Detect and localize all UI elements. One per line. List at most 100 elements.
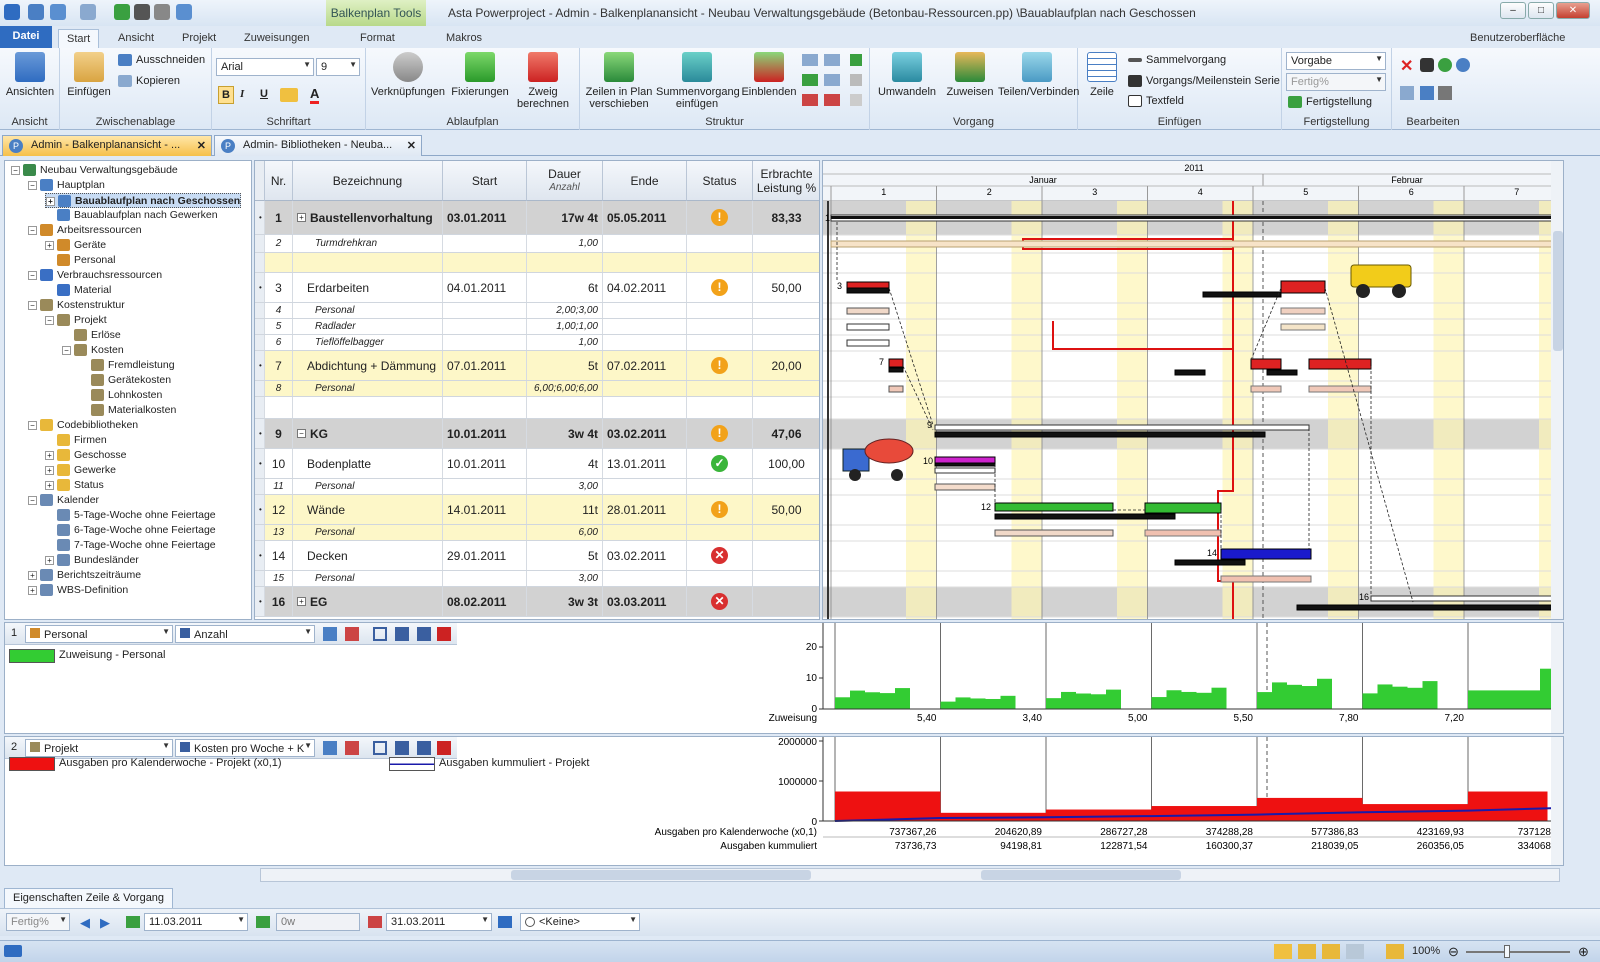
zoom-slider[interactable] bbox=[1466, 951, 1570, 953]
font-color-button[interactable]: A bbox=[310, 86, 320, 104]
cell-bez[interactable]: + Baustellenvorhaltung bbox=[293, 201, 443, 234]
baseline-bar-decken[interactable] bbox=[1174, 559, 1246, 566]
scroll-thumb-right[interactable] bbox=[981, 870, 1181, 880]
row-selector[interactable] bbox=[255, 319, 265, 334]
cell-nr[interactable]: 3 bbox=[265, 273, 293, 302]
binoculars-icon[interactable] bbox=[1420, 58, 1434, 72]
tree-item[interactable]: Materialkosten bbox=[79, 403, 176, 418]
histogram-bar[interactable] bbox=[1196, 692, 1212, 709]
tree-item[interactable]: − Kosten bbox=[62, 343, 124, 358]
refresh-icon[interactable] bbox=[1438, 58, 1452, 72]
indent-icon[interactable] bbox=[802, 54, 818, 66]
teilen-verbinden-button[interactable]: Teilen/Verbinden bbox=[998, 52, 1079, 98]
row-selector[interactable]: • bbox=[255, 201, 265, 234]
zoom-slider-thumb[interactable] bbox=[1504, 945, 1510, 958]
task-bar-erdarbeiten-progress[interactable] bbox=[846, 287, 890, 294]
ui-settings-menu[interactable]: Benutzeroberfläche bbox=[1462, 29, 1573, 48]
resource-bar-bagger[interactable] bbox=[846, 339, 890, 347]
status-cell[interactable] bbox=[687, 335, 753, 350]
table-row[interactable] bbox=[255, 397, 819, 419]
sammelvorgang-button[interactable]: Sammelvorgang bbox=[1128, 54, 1226, 66]
cell-ende[interactable] bbox=[603, 571, 687, 586]
tree-item[interactable]: − Neubau Verwaltungsgebäude bbox=[11, 163, 178, 178]
cell-nr[interactable]: 5 bbox=[265, 319, 293, 334]
status-cell[interactable]: ✕ bbox=[687, 541, 753, 570]
status-cell[interactable]: ! bbox=[687, 201, 753, 234]
cell-ende[interactable] bbox=[603, 479, 687, 494]
underline-button[interactable]: U bbox=[260, 88, 268, 100]
histogram-bar[interactable] bbox=[1061, 691, 1076, 709]
cell-nr[interactable]: 14 bbox=[265, 541, 293, 570]
cell-start[interactable]: 14.01.2011 bbox=[443, 495, 527, 524]
cell-start[interactable] bbox=[443, 253, 527, 272]
cell-pct[interactable] bbox=[753, 303, 819, 318]
cell-ende[interactable]: 07.02.2011 bbox=[603, 351, 687, 380]
row-selector[interactable] bbox=[255, 303, 265, 318]
fertig-percent-input[interactable]: Fertig% ▼ bbox=[1286, 73, 1386, 91]
tree-item[interactable]: + Gewerke bbox=[45, 463, 116, 478]
einfuegen-button[interactable]: Einfügen bbox=[64, 52, 114, 98]
cell-nr[interactable]: 10 bbox=[265, 449, 293, 478]
cell-bez[interactable]: Bodenplatte bbox=[293, 449, 443, 478]
zoom-out-icon[interactable]: ⊖ bbox=[1448, 944, 1459, 960]
umwandeln-button[interactable]: Umwandeln bbox=[872, 52, 942, 98]
cell-pct[interactable] bbox=[753, 571, 819, 586]
tree-item[interactable]: 6-Tage-Woche ohne Feiertage bbox=[45, 523, 216, 538]
histogram-bar[interactable] bbox=[1377, 684, 1393, 709]
resource-bar-turmdrehkran[interactable] bbox=[830, 240, 1564, 248]
font-size-select[interactable]: 9 ▼ bbox=[316, 58, 360, 76]
vertical-scrollbar[interactable] bbox=[1551, 737, 1564, 866]
resource-bar-personal-d[interactable] bbox=[1220, 575, 1312, 583]
status-cell[interactable]: ✓ bbox=[687, 449, 753, 478]
cell-dauer[interactable]: 6,00;6,00;6,00 bbox=[527, 381, 603, 396]
summenvorgang-einfuegen-button[interactable]: Summenvorgang einfügen bbox=[656, 52, 740, 110]
prop-fertig-select[interactable]: Fertig% ▼ bbox=[6, 913, 70, 931]
tree-item[interactable]: + WBS-Definition bbox=[28, 583, 128, 598]
baseline-bar-waende[interactable] bbox=[994, 513, 1176, 520]
baseline-bar-abdichtung[interactable] bbox=[1174, 369, 1206, 376]
tab-ansicht[interactable]: Ansicht bbox=[110, 29, 162, 48]
cell-nr[interactable]: 15 bbox=[265, 571, 293, 586]
col-header-ende[interactable]: Ende bbox=[603, 161, 687, 201]
cell-dauer[interactable]: 3,00 bbox=[527, 479, 603, 494]
cell-nr[interactable] bbox=[265, 253, 293, 272]
resource-bar-personal-w[interactable] bbox=[994, 529, 1114, 537]
tab-datei[interactable]: Datei bbox=[0, 26, 52, 48]
cell-dauer[interactable]: 2,00;3,00 bbox=[527, 303, 603, 318]
up-arrow-icon[interactable] bbox=[114, 4, 130, 20]
cell-ende[interactable]: 03.02.2011 bbox=[603, 541, 687, 570]
tree-item[interactable]: + Berichtszeiträume bbox=[28, 568, 141, 583]
tree-item[interactable]: Fremdleistung bbox=[79, 358, 175, 373]
expand-toggle-icon[interactable]: − bbox=[297, 429, 306, 438]
status-cell[interactable]: ! bbox=[687, 495, 753, 524]
cell-bez[interactable]: Wände bbox=[293, 495, 443, 524]
summary-bar-kg-progress[interactable] bbox=[934, 431, 1266, 438]
cell-bez[interactable]: Tieflöffelbagger bbox=[293, 335, 443, 350]
tab-zuweisungen[interactable]: Zuweisungen bbox=[236, 29, 317, 48]
cell-start[interactable]: 04.01.2011 bbox=[443, 273, 527, 302]
row-selector[interactable] bbox=[255, 335, 265, 350]
cell-dauer[interactable]: 5t bbox=[527, 541, 603, 570]
histogram-bar[interactable] bbox=[1468, 690, 1540, 709]
histogram-bar[interactable] bbox=[1076, 693, 1091, 710]
table-row[interactable]: 4 Personal 2,00;3,00 bbox=[255, 303, 819, 319]
vertical-scrollbar[interactable] bbox=[1551, 623, 1564, 734]
row-selector[interactable] bbox=[255, 479, 265, 494]
cell-bez[interactable] bbox=[293, 397, 443, 418]
fertigstellung-button[interactable]: Fertigstellung bbox=[1288, 96, 1372, 109]
cost-bar[interactable] bbox=[1468, 791, 1548, 821]
arrow-right-icon[interactable]: ▶ bbox=[100, 915, 110, 931]
prop-keine-select[interactable]: <Keine> ▼ bbox=[520, 913, 640, 931]
cost-bar[interactable] bbox=[1151, 806, 1258, 821]
status-cell[interactable]: ! bbox=[687, 351, 753, 380]
status-cell[interactable]: ! bbox=[687, 419, 753, 448]
kopieren-button[interactable]: Kopieren bbox=[118, 75, 180, 88]
cell-dauer[interactable]: 17w 4t bbox=[527, 201, 603, 234]
cell-nr[interactable]: 13 bbox=[265, 525, 293, 540]
minimize-button[interactable]: – bbox=[1500, 2, 1526, 19]
cell-dauer[interactable] bbox=[527, 397, 603, 418]
link-arrow-icon[interactable] bbox=[498, 916, 512, 928]
cell-nr[interactable]: 6 bbox=[265, 335, 293, 350]
expand-toggle-icon[interactable]: + bbox=[297, 597, 306, 606]
cell-ende[interactable]: 03.02.2011 bbox=[603, 419, 687, 448]
